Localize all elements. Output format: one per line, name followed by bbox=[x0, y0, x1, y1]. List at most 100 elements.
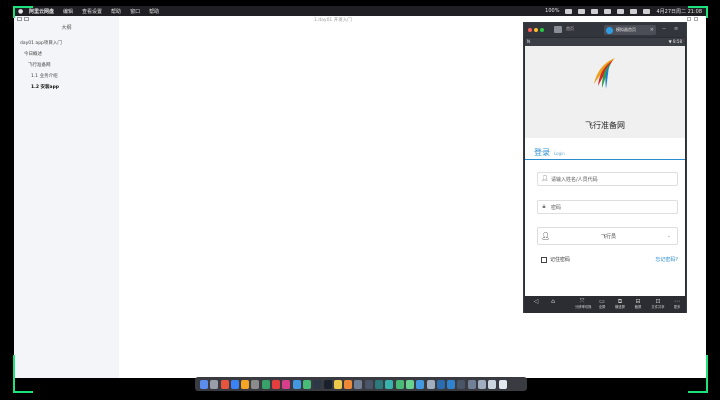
login-divider bbox=[525, 159, 685, 160]
status-right: ▼ 8:58 bbox=[668, 39, 682, 44]
menu-help-2[interactable]: 帮助 bbox=[149, 8, 159, 15]
login-subtitle: Login bbox=[554, 151, 565, 156]
fullscreen-icon: ▭ bbox=[599, 298, 605, 305]
zoom-level[interactable]: 100% bbox=[545, 8, 559, 14]
battery-icon[interactable] bbox=[617, 8, 625, 14]
corner-bracket bbox=[13, 355, 33, 393]
emulator-titlebar: 首页 模拟器首页 × − ≡ bbox=[524, 23, 686, 37]
home-tab-icon[interactable] bbox=[554, 26, 562, 33]
dock-app-icon[interactable] bbox=[251, 379, 260, 389]
corner-bracket bbox=[688, 6, 708, 18]
tab-home[interactable]: 首页 bbox=[566, 26, 574, 32]
menu-help[interactable]: 帮助 bbox=[111, 8, 121, 15]
more-icon: ⋯ bbox=[674, 298, 680, 305]
rotate-button[interactable]: ⧉ 横竖屏 bbox=[613, 298, 627, 310]
emulator-toolbar: ◁ ⌂ ⤧ 分辨率切换 ▭ 全屏 ⧉ 横竖屏 ⊟ 截屏 ⊡ 文件共享 ⋯ 更多 bbox=[525, 296, 685, 313]
dock-app-icon[interactable] bbox=[302, 379, 311, 389]
resolution-icon: ⤧ bbox=[579, 298, 585, 305]
dock-app-icon[interactable] bbox=[405, 379, 414, 389]
dock-app-icon[interactable] bbox=[220, 379, 229, 389]
dock-app-icon[interactable] bbox=[426, 379, 435, 389]
tab-emulator[interactable]: 模拟器首页 × bbox=[604, 25, 656, 35]
dock-app-icon[interactable] bbox=[241, 379, 250, 389]
wifi-icon[interactable] bbox=[630, 8, 638, 14]
minimize-icon[interactable] bbox=[534, 28, 538, 32]
outline-item-day01[interactable]: day01 app项目入门 bbox=[19, 38, 117, 49]
menu-view[interactable]: 查看设置 bbox=[82, 8, 102, 15]
dock-app-icon[interactable] bbox=[323, 379, 332, 389]
rotate-icon: ⧉ bbox=[617, 298, 623, 305]
tab-close-icon[interactable]: × bbox=[650, 27, 654, 33]
fullscreen-button[interactable]: ▭ 全屏 bbox=[595, 298, 609, 310]
more-label: 更多 bbox=[673, 305, 681, 309]
more-button[interactable]: ⋯ 更多 bbox=[670, 298, 684, 310]
screenshot-label: 截屏 bbox=[634, 305, 642, 309]
outline-sidebar: 大纲 day01 app项目入门 今日概述 飞行准备网 1.1 业务介绍 1.2… bbox=[14, 16, 119, 378]
resolution-button[interactable]: ⤧ 分辨率切换 bbox=[575, 298, 591, 310]
record-icon[interactable] bbox=[591, 8, 599, 14]
outline-item-app[interactable]: 飞行准备网 bbox=[19, 60, 117, 71]
emulator-tab-icon bbox=[606, 26, 613, 34]
emulator-window: 首页 模拟器首页 × − ≡ N ▼ 8:58 飞行准备网 登录 Login 👤… bbox=[523, 22, 687, 313]
menu-window[interactable]: 窗口 bbox=[130, 8, 140, 15]
outline-item-intro[interactable]: 1.1 业务介绍 bbox=[19, 71, 117, 82]
password-field[interactable]: 🔒︎ 密码 bbox=[537, 200, 678, 214]
dock-app-icon[interactable] bbox=[282, 379, 291, 389]
display-icon[interactable] bbox=[565, 8, 573, 14]
file-share-button[interactable]: ⊡ 文件共享 bbox=[651, 298, 665, 310]
outline-list: day01 app项目入门 今日概述 飞行准备网 1.1 业务介绍 1.2 安装… bbox=[19, 38, 117, 93]
remember-checkbox[interactable] bbox=[541, 256, 547, 263]
dock-app-icon[interactable] bbox=[478, 379, 487, 389]
remember-password[interactable]: 记住密码 bbox=[541, 256, 570, 263]
dock-app-icon[interactable] bbox=[261, 379, 270, 389]
dock-app-icon[interactable] bbox=[313, 379, 322, 389]
document-title: 1.day01 开发入门 bbox=[314, 18, 352, 23]
window-controls bbox=[528, 28, 546, 32]
dock-app-icon[interactable] bbox=[364, 379, 373, 389]
screenshot-button[interactable]: ⊟ 截屏 bbox=[631, 298, 645, 310]
dock-app-icon[interactable] bbox=[375, 379, 384, 389]
username-field[interactable]: 👤︎ 请输入姓名/人员代码 bbox=[537, 172, 678, 186]
dock bbox=[195, 377, 527, 391]
share-icon[interactable] bbox=[578, 8, 586, 14]
tab-emulator-label: 模拟器首页 bbox=[616, 27, 636, 32]
dock-app-icon[interactable] bbox=[272, 379, 281, 389]
sidebar-title: 大纲 bbox=[61, 25, 72, 31]
dock-app-icon[interactable] bbox=[447, 379, 456, 389]
close-icon[interactable] bbox=[528, 28, 532, 32]
dock-app-icon[interactable] bbox=[436, 379, 445, 389]
home-button[interactable]: ⌂ bbox=[546, 298, 560, 305]
dock-app-icon[interactable] bbox=[457, 379, 466, 389]
dock-app-icon[interactable] bbox=[210, 379, 219, 389]
search-icon[interactable] bbox=[643, 8, 651, 14]
dock-app-icon[interactable] bbox=[467, 379, 476, 389]
home-icon: ⌂ bbox=[551, 298, 555, 305]
dock-app-icon[interactable] bbox=[395, 379, 404, 389]
dock-app-icon[interactable] bbox=[333, 379, 342, 389]
back-button[interactable]: ◁ bbox=[529, 298, 543, 305]
back-icon: ◁ bbox=[533, 298, 539, 305]
rotate-label: 横竖屏 bbox=[615, 305, 625, 309]
emulator-minimize-icon[interactable]: − bbox=[662, 26, 666, 32]
bluetooth-icon[interactable] bbox=[604, 8, 612, 14]
dock-app-icon[interactable] bbox=[292, 379, 301, 389]
dock-app-icon[interactable] bbox=[354, 379, 363, 389]
dock-app-icon[interactable] bbox=[344, 379, 353, 389]
dock-app-icon[interactable] bbox=[416, 379, 425, 389]
dock-app-icon[interactable] bbox=[200, 379, 208, 389]
menu-edit[interactable]: 编辑 bbox=[63, 8, 73, 15]
dock-app-icon[interactable] bbox=[230, 379, 239, 389]
forgot-password-link[interactable]: 忘记密码? bbox=[655, 256, 678, 263]
file-share-label: 文件共享 bbox=[651, 305, 665, 309]
file-share-icon: ⊡ bbox=[655, 298, 661, 305]
menu-bar: ● 阿里云网盘 编辑 查看设置 帮助 窗口 帮助 100% 4月27日周二 21… bbox=[14, 6, 706, 16]
login-title: 登录 bbox=[534, 148, 550, 157]
maximize-icon[interactable] bbox=[540, 28, 544, 32]
dock-app-icon[interactable] bbox=[385, 379, 394, 389]
outline-item-install[interactable]: 1.2 安装app bbox=[19, 82, 117, 93]
outline-item-overview[interactable]: 今日概述 bbox=[19, 49, 117, 60]
role-select[interactable]: 👤︎ 飞行员 ⌄ bbox=[537, 227, 678, 245]
dock-app-icon[interactable] bbox=[488, 379, 497, 389]
dock-app-icon[interactable] bbox=[498, 379, 507, 389]
emulator-menu-icon[interactable]: ≡ bbox=[674, 26, 678, 32]
